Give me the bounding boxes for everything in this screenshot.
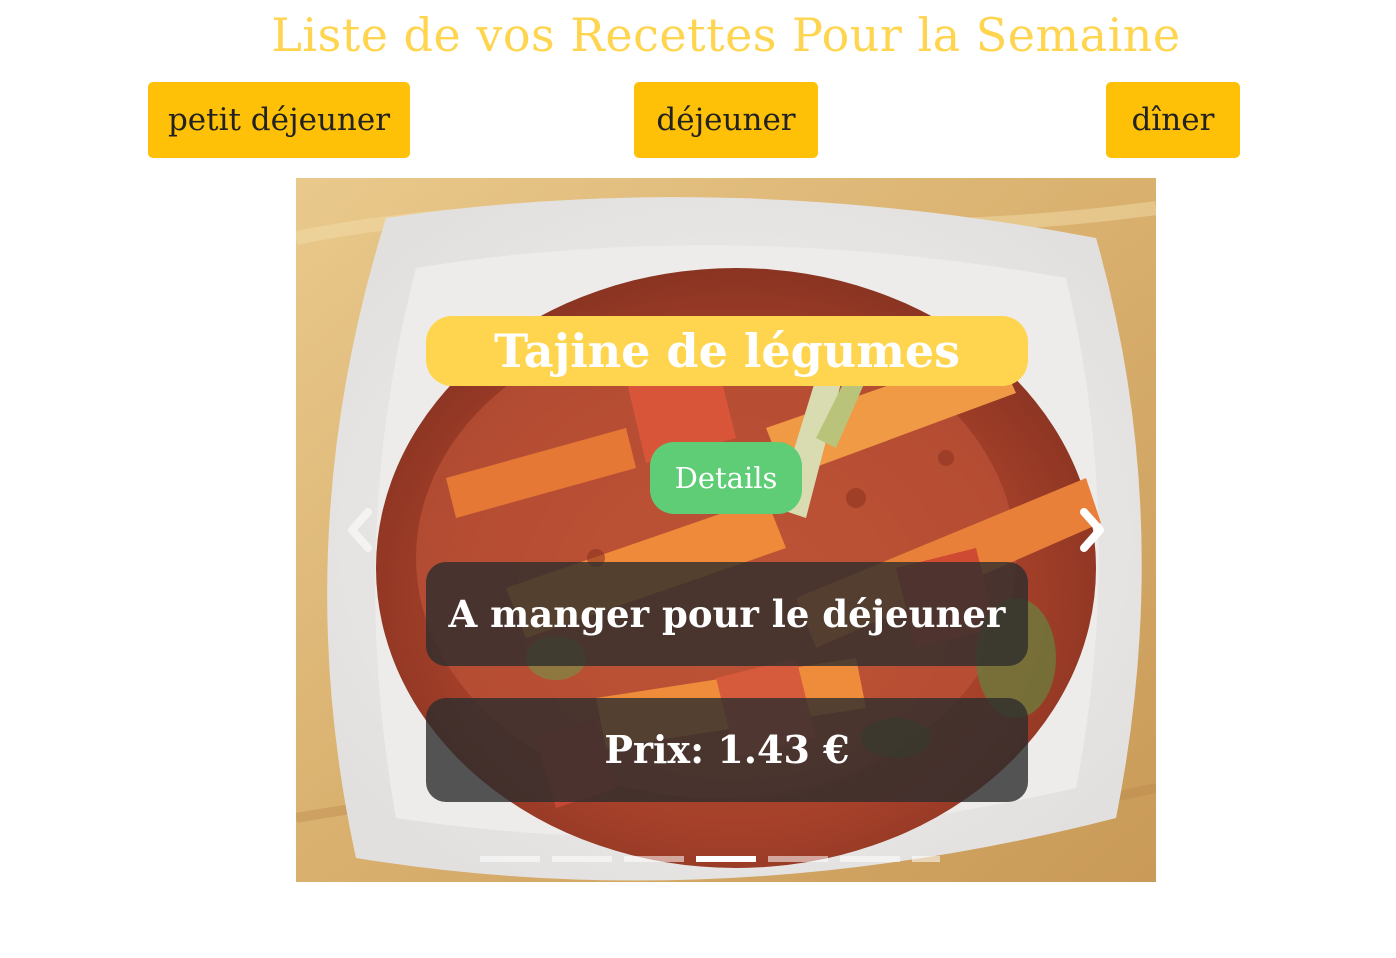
carousel-indicator[interactable] [552, 856, 612, 862]
breakfast-button[interactable]: petit déjeuner [148, 82, 410, 158]
carousel-indicator[interactable] [480, 856, 540, 862]
carousel-indicator[interactable] [840, 856, 900, 862]
carousel-indicator[interactable] [912, 856, 940, 862]
chevron-left-icon [348, 508, 372, 552]
recipe-carousel: Tajine de légumes Details A manger pour … [296, 178, 1156, 882]
lunch-button[interactable]: déjeuner [634, 82, 818, 158]
details-button[interactable]: Details [650, 442, 802, 514]
recipe-name: Tajine de légumes [426, 316, 1028, 386]
carousel-next-button[interactable] [1062, 494, 1122, 566]
carousel-indicator[interactable] [768, 856, 828, 862]
carousel-prev-button[interactable] [330, 494, 390, 566]
carousel-indicators [480, 856, 940, 862]
carousel-indicator-active[interactable] [696, 856, 756, 862]
chevron-right-icon [1080, 508, 1104, 552]
dinner-button[interactable]: dîner [1106, 82, 1240, 158]
meal-info: A manger pour le déjeuner [426, 562, 1028, 666]
page-title: Liste de vos Recettes Pour la Semaine [271, 8, 1181, 62]
price-info: Prix: 1.43 € [426, 698, 1028, 802]
carousel-indicator[interactable] [624, 856, 684, 862]
